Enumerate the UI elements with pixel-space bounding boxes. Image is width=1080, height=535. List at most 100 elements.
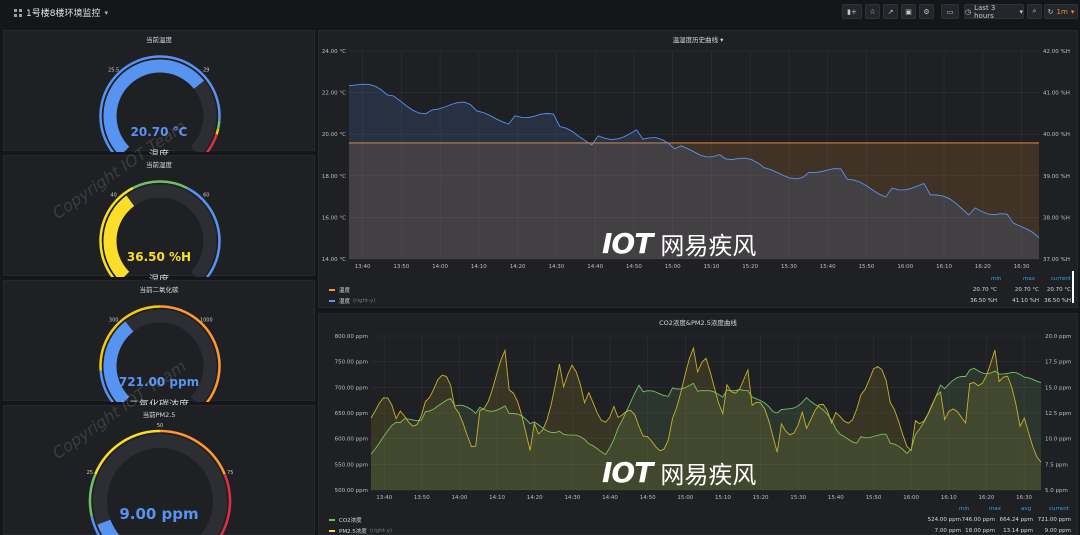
series-color-swatch[interactable] <box>329 518 335 521</box>
x-tick-label: 15:50 <box>866 495 882 501</box>
series-color-swatch[interactable] <box>329 288 335 291</box>
y-left-tick-label: 550.00 ppm <box>335 462 368 468</box>
dashboard-picker[interactable]: 1号楼8楼环境监控 ▾ <box>14 6 108 19</box>
x-tick-label: 16:20 <box>975 264 991 270</box>
gauge-tick-label: 25.5 <box>108 68 119 74</box>
x-tick-label: 14:50 <box>640 495 656 501</box>
legend-head-min: min <box>959 506 970 512</box>
gauge-value: 36.50 %H <box>126 250 192 264</box>
brand-watermark: IOT 网易疾风 <box>602 226 756 261</box>
x-tick-label: 15:30 <box>781 264 797 270</box>
y-right-tick-label: 10.0 ppm <box>1045 437 1071 443</box>
temp-humidity-chart-panel: 温湿度历史曲线 ▾ 24.00 °C 42.00 %H 22.00 °C 41.00 … <box>318 30 1078 308</box>
x-tick-label: 15:40 <box>828 495 844 501</box>
series-color-swatch[interactable] <box>329 299 335 302</box>
clock-icon: ◷ <box>965 7 972 16</box>
x-tick-label: 13:40 <box>376 495 392 501</box>
legend-scrollbar[interactable] <box>1072 271 1074 303</box>
watermark-text: 网易疾风 <box>660 232 757 260</box>
y-left-tick-label: 18.00 °C <box>322 174 346 180</box>
legend-current: 20.70 °C <box>1046 286 1071 293</box>
share-icon: ↗ <box>887 7 894 16</box>
chevron-down-icon: ▾ <box>104 8 108 17</box>
x-tick-label: 16:10 <box>936 264 952 270</box>
star-icon: ☆ <box>869 7 876 16</box>
co2-pm25-chart: 800.00 ppm 20.0 ppm 750.00 ppm 17.5 ppm 700.… <box>335 334 1072 501</box>
x-tick-label: 16:00 <box>903 495 919 501</box>
brand-watermark: IOT 网易疾风 <box>602 455 756 490</box>
y-left-tick-label: 24.00 °C <box>322 49 346 55</box>
dashboard-title: 1号楼8楼环境监控 <box>26 9 101 19</box>
gauge-tick-label: 1000 <box>200 318 213 324</box>
y-right-tick-label: 37.00 %H <box>1043 257 1070 263</box>
x-tick-label: 16:30 <box>1016 495 1032 501</box>
legend-row-pm25[interactable]: PM2.5浓度 (right-y) 7.00 ppm 18.00 ppm 13.… <box>329 525 1071 535</box>
add-panel-button[interactable]: ▮+ <box>842 4 862 19</box>
x-tick-label: 14:30 <box>564 495 580 501</box>
refresh-picker[interactable]: ↻ 1m ▾ <box>1044 4 1078 19</box>
x-tick-label: 15:00 <box>677 495 693 501</box>
legend-min: 36.50 %H <box>970 297 997 304</box>
settings-button[interactable]: ⚙ <box>919 4 934 19</box>
chevron-down-icon: ▾ <box>1019 7 1023 16</box>
iot-logo: IOT <box>602 456 653 489</box>
iot-logo: IOT <box>602 227 653 260</box>
y-right-tick-label: 17.5 ppm <box>1045 360 1071 366</box>
save-icon: ▣ <box>905 7 912 16</box>
y-left-tick-label: 700.00 ppm <box>335 385 368 391</box>
y-left-tick-label: 650.00 ppm <box>335 411 368 417</box>
series-name: 湿度 <box>339 298 351 305</box>
share-button[interactable]: ↗ <box>883 4 898 19</box>
refresh-interval: 1m <box>1056 7 1068 16</box>
zoom-out-button[interactable]: ⌕ <box>1027 4 1042 19</box>
legend-current: 721.00 ppm <box>1037 516 1071 523</box>
legend-row-temperature[interactable]: 温度 20.70 °C 20.70 °C 20.70 °C <box>329 284 1071 295</box>
x-tick-label: 14:40 <box>602 495 618 501</box>
x-tick-label: 15:30 <box>790 495 806 501</box>
series-color-swatch[interactable] <box>329 529 335 532</box>
y-left-tick-label: 14.00 °C <box>322 257 346 263</box>
gauge-tick-label: 60 <box>203 193 209 199</box>
legend-row-co2[interactable]: CO2浓度 524.00 ppm 746.00 ppm 664.24 ppm 7… <box>329 514 1071 525</box>
series-name: PM2.5浓度 <box>339 528 367 535</box>
x-tick-label: 14:50 <box>626 264 642 270</box>
legend-current: 9.00 ppm <box>1044 527 1071 534</box>
x-tick-label: 16:10 <box>941 495 957 501</box>
gauge-panel: 当前PM2.502550751009.00 ppmPM2.5浓度 <box>3 405 315 535</box>
legend-avg: 13.14 ppm <box>1003 527 1033 534</box>
add-panel-icon: ▮+ <box>847 7 857 16</box>
time-range-picker[interactable]: ◷ Last 3 hours ▾ <box>964 4 1024 20</box>
gauge-tick-label: 29 <box>203 68 209 74</box>
save-button[interactable]: ▣ <box>901 4 916 19</box>
x-tick-label: 14:10 <box>471 264 487 270</box>
y-right-tick-label: 38.00 %H <box>1043 215 1070 221</box>
y-left-tick-label: 500.00 ppm <box>335 488 368 494</box>
legend-head-max: max <box>989 506 1001 512</box>
y-right-tick-label: 15.0 ppm <box>1045 385 1071 391</box>
legend-avg: 664.24 ppm <box>999 516 1033 523</box>
gauge-tick-label: 75 <box>227 470 233 476</box>
legend-current: 36.50 %H <box>1044 297 1071 304</box>
tv-mode-button[interactable]: ▭ <box>941 4 959 19</box>
legend-head-min: min <box>991 276 1002 282</box>
y-right-tick-label: 20.0 ppm <box>1045 334 1071 340</box>
y-right-tick-label: 41.00 %H <box>1043 91 1070 97</box>
x-tick-label: 15:00 <box>665 264 681 270</box>
gauge-fill <box>103 321 134 402</box>
legend-row-humidity[interactable]: 湿度 (right-y) 36.50 %H 41.10 %H 36.50 %H <box>329 295 1071 306</box>
y-left-tick-label: 750.00 ppm <box>335 360 368 366</box>
star-button[interactable]: ☆ <box>865 4 880 19</box>
top-navbar: 1号楼8楼环境监控 ▾ ▮+ ☆ ↗ ▣ ⚙ ▭ ◷ Last 3 hours … <box>0 0 1080 26</box>
series-name: 温度 <box>339 287 351 294</box>
x-tick-label: 14:10 <box>489 495 505 501</box>
gauge-panel: 当前湿度0406010036.50 %H湿度 <box>3 155 315 286</box>
temp-humidity-chart: 24.00 °C 42.00 %H 22.00 °C 41.00 %H 20.00 °C… <box>322 49 1070 270</box>
x-tick-label: 16:00 <box>897 264 913 270</box>
y-left-tick-label: 600.00 ppm <box>335 437 368 443</box>
zoom-out-icon: ⌕ <box>1032 7 1037 15</box>
y-left-tick-label: 16.00 °C <box>322 215 346 221</box>
x-tick-label: 14:30 <box>548 264 564 270</box>
gauge-tick-label: 300 <box>109 318 119 324</box>
y-right-tick-label: 39.00 %H <box>1043 174 1070 180</box>
gear-icon: ⚙ <box>923 7 930 16</box>
